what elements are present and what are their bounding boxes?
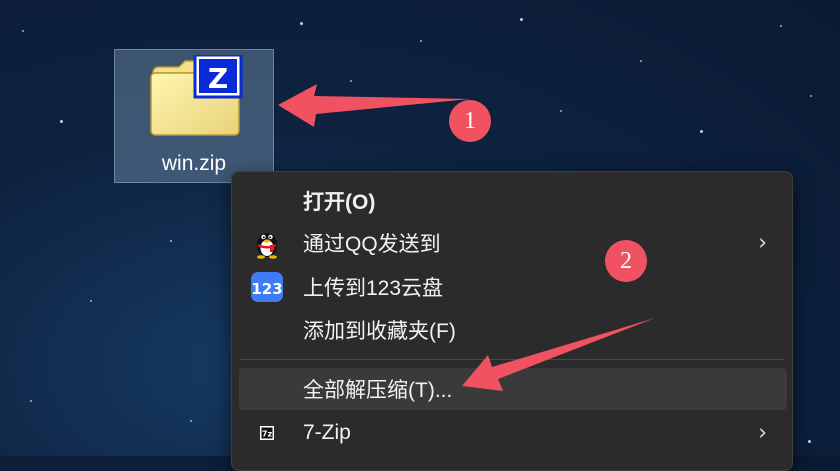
menu-item-send-via-qq[interactable]: 通过QQ发送到 › — [239, 222, 787, 264]
svg-text:Z: Z — [208, 62, 228, 95]
menu-item-extract-all-label: 全部解压缩(T)... — [303, 379, 453, 402]
menu-item-7zip[interactable]: 7z 7-Zip › — [239, 412, 787, 454]
desktop-file-win-zip[interactable]: Z win.zip — [114, 49, 274, 183]
menu-item-extract-all[interactable]: 全部解压缩(T)... — [239, 368, 787, 410]
menu-item-open-label: 打开(O) — [303, 191, 376, 214]
menu-item-add-to-favorites[interactable]: 添加到收藏夹(F) — [239, 309, 787, 351]
menu-item-send-via-qq-label: 通过QQ发送到 — [303, 233, 441, 256]
menu-item-upload-123-cloud[interactable]: 123 上传到123云盘 — [239, 266, 787, 308]
qq-penguin-icon — [257, 233, 277, 259]
123-cloud-icon: 123 — [251, 272, 283, 302]
svg-text:123: 123 — [251, 280, 282, 298]
context-menu: 打开(O) 通过QQ发送到 › 123 上传到123云盘 添加到收藏夹(F) 全… — [231, 171, 793, 471]
menu-item-open[interactable]: 打开(O) — [239, 180, 787, 222]
menu-item-upload-123-cloud-label: 上传到123云盘 — [303, 277, 444, 300]
zip-archive-icon: Z — [150, 55, 243, 136]
svg-text:7z: 7z — [262, 430, 273, 439]
menu-item-add-to-favorites-label: 添加到收藏夹(F) — [303, 320, 456, 343]
menu-item-7zip-label: 7-Zip — [303, 421, 351, 444]
7zip-icon: 7z — [260, 426, 274, 440]
annotation-badge-2: 2 — [605, 240, 647, 282]
menu-separator — [240, 359, 784, 360]
chevron-right-icon: › — [758, 230, 767, 256]
annotation-badge-1: 1 — [449, 100, 491, 142]
chevron-right-icon: › — [758, 420, 767, 446]
